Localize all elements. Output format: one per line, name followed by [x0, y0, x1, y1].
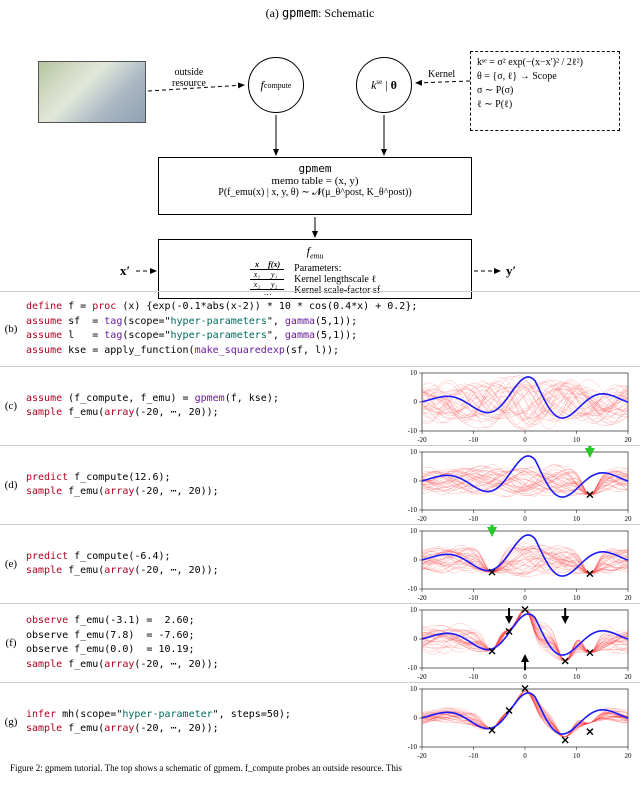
- svg-text:20: 20: [625, 752, 633, 760]
- x-in-label: x′: [120, 263, 130, 279]
- row-d-label: (d): [0, 479, 22, 491]
- title: (a) gpmem: Schematic: [0, 0, 640, 21]
- kernel-l1: kˢᵉ = σ² exp(−(x−x′)² / 2ℓ²): [477, 56, 613, 70]
- row-b-label: (b): [0, 323, 22, 335]
- code-rows: (b) define f = proc (x) {exp(-0.1*abs(x-…: [0, 291, 640, 761]
- svg-text:-10: -10: [408, 743, 418, 751]
- svg-text:20: 20: [625, 673, 633, 681]
- svg-text:-20: -20: [417, 515, 427, 523]
- gpmem-box: gpmem memo table = (x, y) P(f_emu(x) | x…: [158, 157, 472, 215]
- param-1: Kernel lengthscale ℓ: [294, 274, 380, 285]
- gpmem-l3: P(f_emu(x) | x, y, θ) ∼ 𝓝(μ_θ^post, K_θ^…: [165, 187, 465, 198]
- schematic: outside resource Kernel fcompute kse | θ…: [0, 21, 640, 291]
- svg-text:-10: -10: [469, 436, 479, 444]
- code-g: infer mh(scope="hyper-parameter", steps=…: [22, 702, 398, 743]
- svg-text:-10: -10: [408, 427, 418, 435]
- svg-text:-10: -10: [469, 673, 479, 681]
- svg-text:-10: -10: [469, 594, 479, 602]
- svg-text:0: 0: [523, 673, 527, 681]
- svg-text:-20: -20: [417, 673, 427, 681]
- row-c: (c) assume (f_compute, f_emu) = gpmem(f,…: [0, 366, 640, 445]
- code-e: predict f_compute(-6.4); sample f_emu(ar…: [22, 544, 398, 585]
- row-b: (b) define f = proc (x) {exp(-0.1*abs(x-…: [0, 291, 640, 366]
- svg-text:0: 0: [414, 398, 418, 406]
- plot-e: -20-1001020-10010: [398, 525, 634, 603]
- svg-text:0: 0: [523, 515, 527, 523]
- femu-box: femu xf(x) x₁y₁ x₂y₂ ⋯ Parameters: Kerne…: [158, 239, 472, 299]
- gpmem-l2: memo table = (x, y): [165, 175, 465, 187]
- svg-text:0: 0: [523, 594, 527, 602]
- svg-text:0: 0: [414, 477, 418, 485]
- svg-text:10: 10: [410, 448, 418, 456]
- row-e: (e) predict f_compute(-6.4); sample f_em…: [0, 524, 640, 603]
- gpmem-title: gpmem: [165, 162, 465, 175]
- svg-text:10: 10: [410, 685, 418, 693]
- row-f-label: (f): [0, 637, 22, 649]
- row-g-label: (g): [0, 716, 22, 728]
- svg-text:10: 10: [410, 369, 418, 377]
- svg-text:10: 10: [573, 594, 581, 602]
- svg-text:0: 0: [523, 436, 527, 444]
- svg-text:20: 20: [625, 594, 633, 602]
- kernel-arrow-label: Kernel: [428, 69, 455, 80]
- resource-label: outside resource: [172, 67, 206, 89]
- svg-text:-10: -10: [469, 515, 479, 523]
- svg-text:20: 20: [625, 436, 633, 444]
- svg-text:10: 10: [573, 752, 581, 760]
- svg-text:-10: -10: [469, 752, 479, 760]
- fcompute-node: fcompute: [248, 57, 304, 113]
- femu-title: femu: [165, 244, 465, 260]
- params-title: Parameters:: [294, 263, 380, 274]
- kernel-l3: σ ∼ P(σ): [477, 84, 613, 98]
- row-e-label: (e): [0, 558, 22, 570]
- svg-text:10: 10: [573, 673, 581, 681]
- svg-text:0: 0: [523, 752, 527, 760]
- svg-text:-20: -20: [417, 752, 427, 760]
- code-d: predict f_compute(12.6); sample f_emu(ar…: [22, 465, 398, 506]
- kernel-l4: ℓ ∼ P(ℓ): [477, 98, 613, 112]
- row-g: (g) infer mh(scope="hyper-parameter", st…: [0, 682, 640, 761]
- y-out-label: y′: [506, 263, 516, 279]
- datacenter-image: [38, 61, 146, 123]
- svg-text:10: 10: [573, 515, 581, 523]
- svg-text:10: 10: [410, 527, 418, 535]
- plot-f: -20-1001020-10010: [398, 604, 634, 682]
- kernel-box: kˢᵉ = σ² exp(−(x−x′)² / 2ℓ²) θ = {σ, ℓ} …: [470, 51, 620, 131]
- plot-d: -20-1001020-10010: [398, 446, 634, 524]
- svg-text:-20: -20: [417, 436, 427, 444]
- svg-text:-10: -10: [408, 585, 418, 593]
- svg-text:20: 20: [625, 515, 633, 523]
- svg-text:0: 0: [414, 635, 418, 643]
- svg-text:0: 0: [414, 714, 418, 722]
- svg-text:0: 0: [414, 556, 418, 564]
- svg-text:-20: -20: [417, 594, 427, 602]
- code-f: observe f_emu(-3.1) = 2.60; observe f_em…: [22, 608, 398, 678]
- caption: Figure 2: gpmem tutorial. The top shows …: [0, 761, 640, 775]
- row-d: (d) predict f_compute(12.6); sample f_em…: [0, 445, 640, 524]
- row-c-label: (c): [0, 400, 22, 412]
- svg-text:-10: -10: [408, 664, 418, 672]
- plot-g: -20-1001020-10010: [398, 683, 634, 761]
- code-c: assume (f_compute, f_emu) = gpmem(f, kse…: [22, 386, 398, 427]
- svg-text:10: 10: [573, 436, 581, 444]
- row-f: (f) observe f_emu(-3.1) = 2.60; observe …: [0, 603, 640, 682]
- kernel-l2: θ = {σ, ℓ} → Scope: [477, 70, 613, 84]
- svg-text:10: 10: [410, 606, 418, 614]
- svg-text:-10: -10: [408, 506, 418, 514]
- plot-c: -20-1001020-10010: [398, 367, 634, 445]
- kse-node: kse | θ: [356, 57, 412, 113]
- code-b: define f = proc (x) {exp(-0.1*abs(x-2)) …: [22, 292, 640, 366]
